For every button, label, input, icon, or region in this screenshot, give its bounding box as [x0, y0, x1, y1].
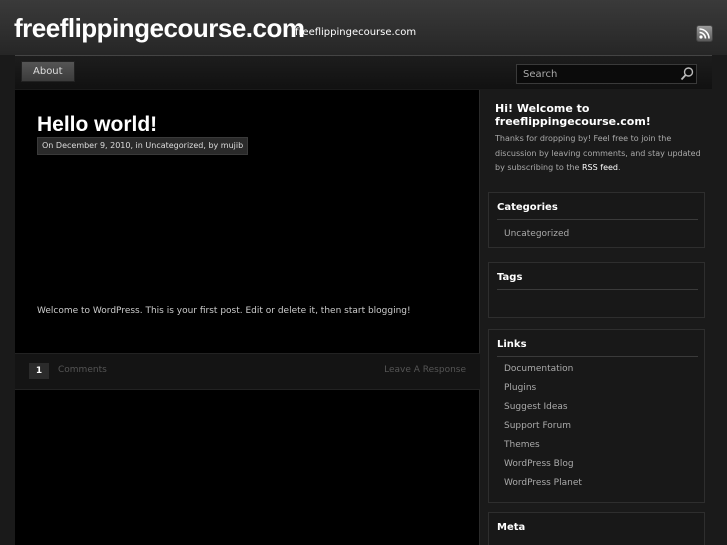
main-navigation: About — [15, 55, 712, 89]
main-content: Hello world! On December 9, 2010, in Unc… — [15, 90, 480, 545]
search-icon[interactable] — [679, 66, 695, 82]
leave-response-link[interactable]: Leave A Response — [384, 365, 466, 375]
link-plugins[interactable]: Plugins — [504, 383, 536, 393]
link-suggest-ideas[interactable]: Suggest Ideas — [504, 402, 568, 412]
widget-title-categories: Categories — [497, 202, 558, 213]
search-input[interactable] — [517, 65, 675, 83]
divider — [497, 356, 698, 357]
link-support-forum[interactable]: Support Forum — [504, 421, 571, 431]
post-footer: 1 Comments Leave A Response — [15, 353, 480, 390]
widget-tags: Tags — [488, 262, 705, 318]
widget-title-tags: Tags — [497, 272, 523, 283]
post-body: Welcome to WordPress. This is your first… — [37, 306, 411, 316]
widget-links: Links Documentation Plugins Suggest Idea… — [488, 329, 705, 503]
welcome-box: Hi! Welcome to freeflippingecourse.com! … — [495, 102, 705, 176]
widget-title-meta: Meta — [497, 522, 526, 533]
link-wordpress-blog[interactable]: WordPress Blog — [504, 459, 574, 469]
divider — [497, 289, 698, 290]
site-header: freeflippingecourse.com freeflippingecou… — [0, 0, 727, 55]
welcome-text: Thanks for dropping by! Feel free to joi… — [495, 132, 705, 176]
category-uncategorized[interactable]: Uncategorized — [504, 229, 569, 239]
site-title[interactable]: freeflippingecourse.com — [14, 13, 305, 44]
link-documentation[interactable]: Documentation — [504, 364, 573, 374]
comments-link[interactable]: Comments — [58, 365, 107, 375]
post-title[interactable]: Hello world! — [37, 113, 157, 137]
comment-count-badge[interactable]: 1 — [29, 363, 49, 379]
widget-meta: Meta — [488, 512, 705, 545]
link-wordpress-planet[interactable]: WordPress Planet — [504, 478, 582, 488]
rss-icon[interactable] — [696, 25, 713, 42]
link-themes[interactable]: Themes — [504, 440, 540, 450]
search-form — [516, 64, 697, 84]
rss-feed-link[interactable]: RSS feed — [582, 163, 618, 172]
widget-title-links: Links — [497, 339, 527, 350]
sidebar: Hi! Welcome to freeflippingecourse.com! … — [481, 90, 712, 545]
widget-categories: Categories Uncategorized — [488, 192, 705, 248]
nav-item-about[interactable]: About — [21, 61, 75, 82]
post-meta: On December 9, 2010, in Uncategorized, b… — [37, 137, 249, 155]
divider — [497, 219, 698, 220]
site-description: freeflippingecourse.com — [295, 27, 417, 38]
welcome-title: Hi! Welcome to freeflippingecourse.com! — [495, 102, 651, 128]
welcome-text-after: . — [618, 163, 621, 172]
